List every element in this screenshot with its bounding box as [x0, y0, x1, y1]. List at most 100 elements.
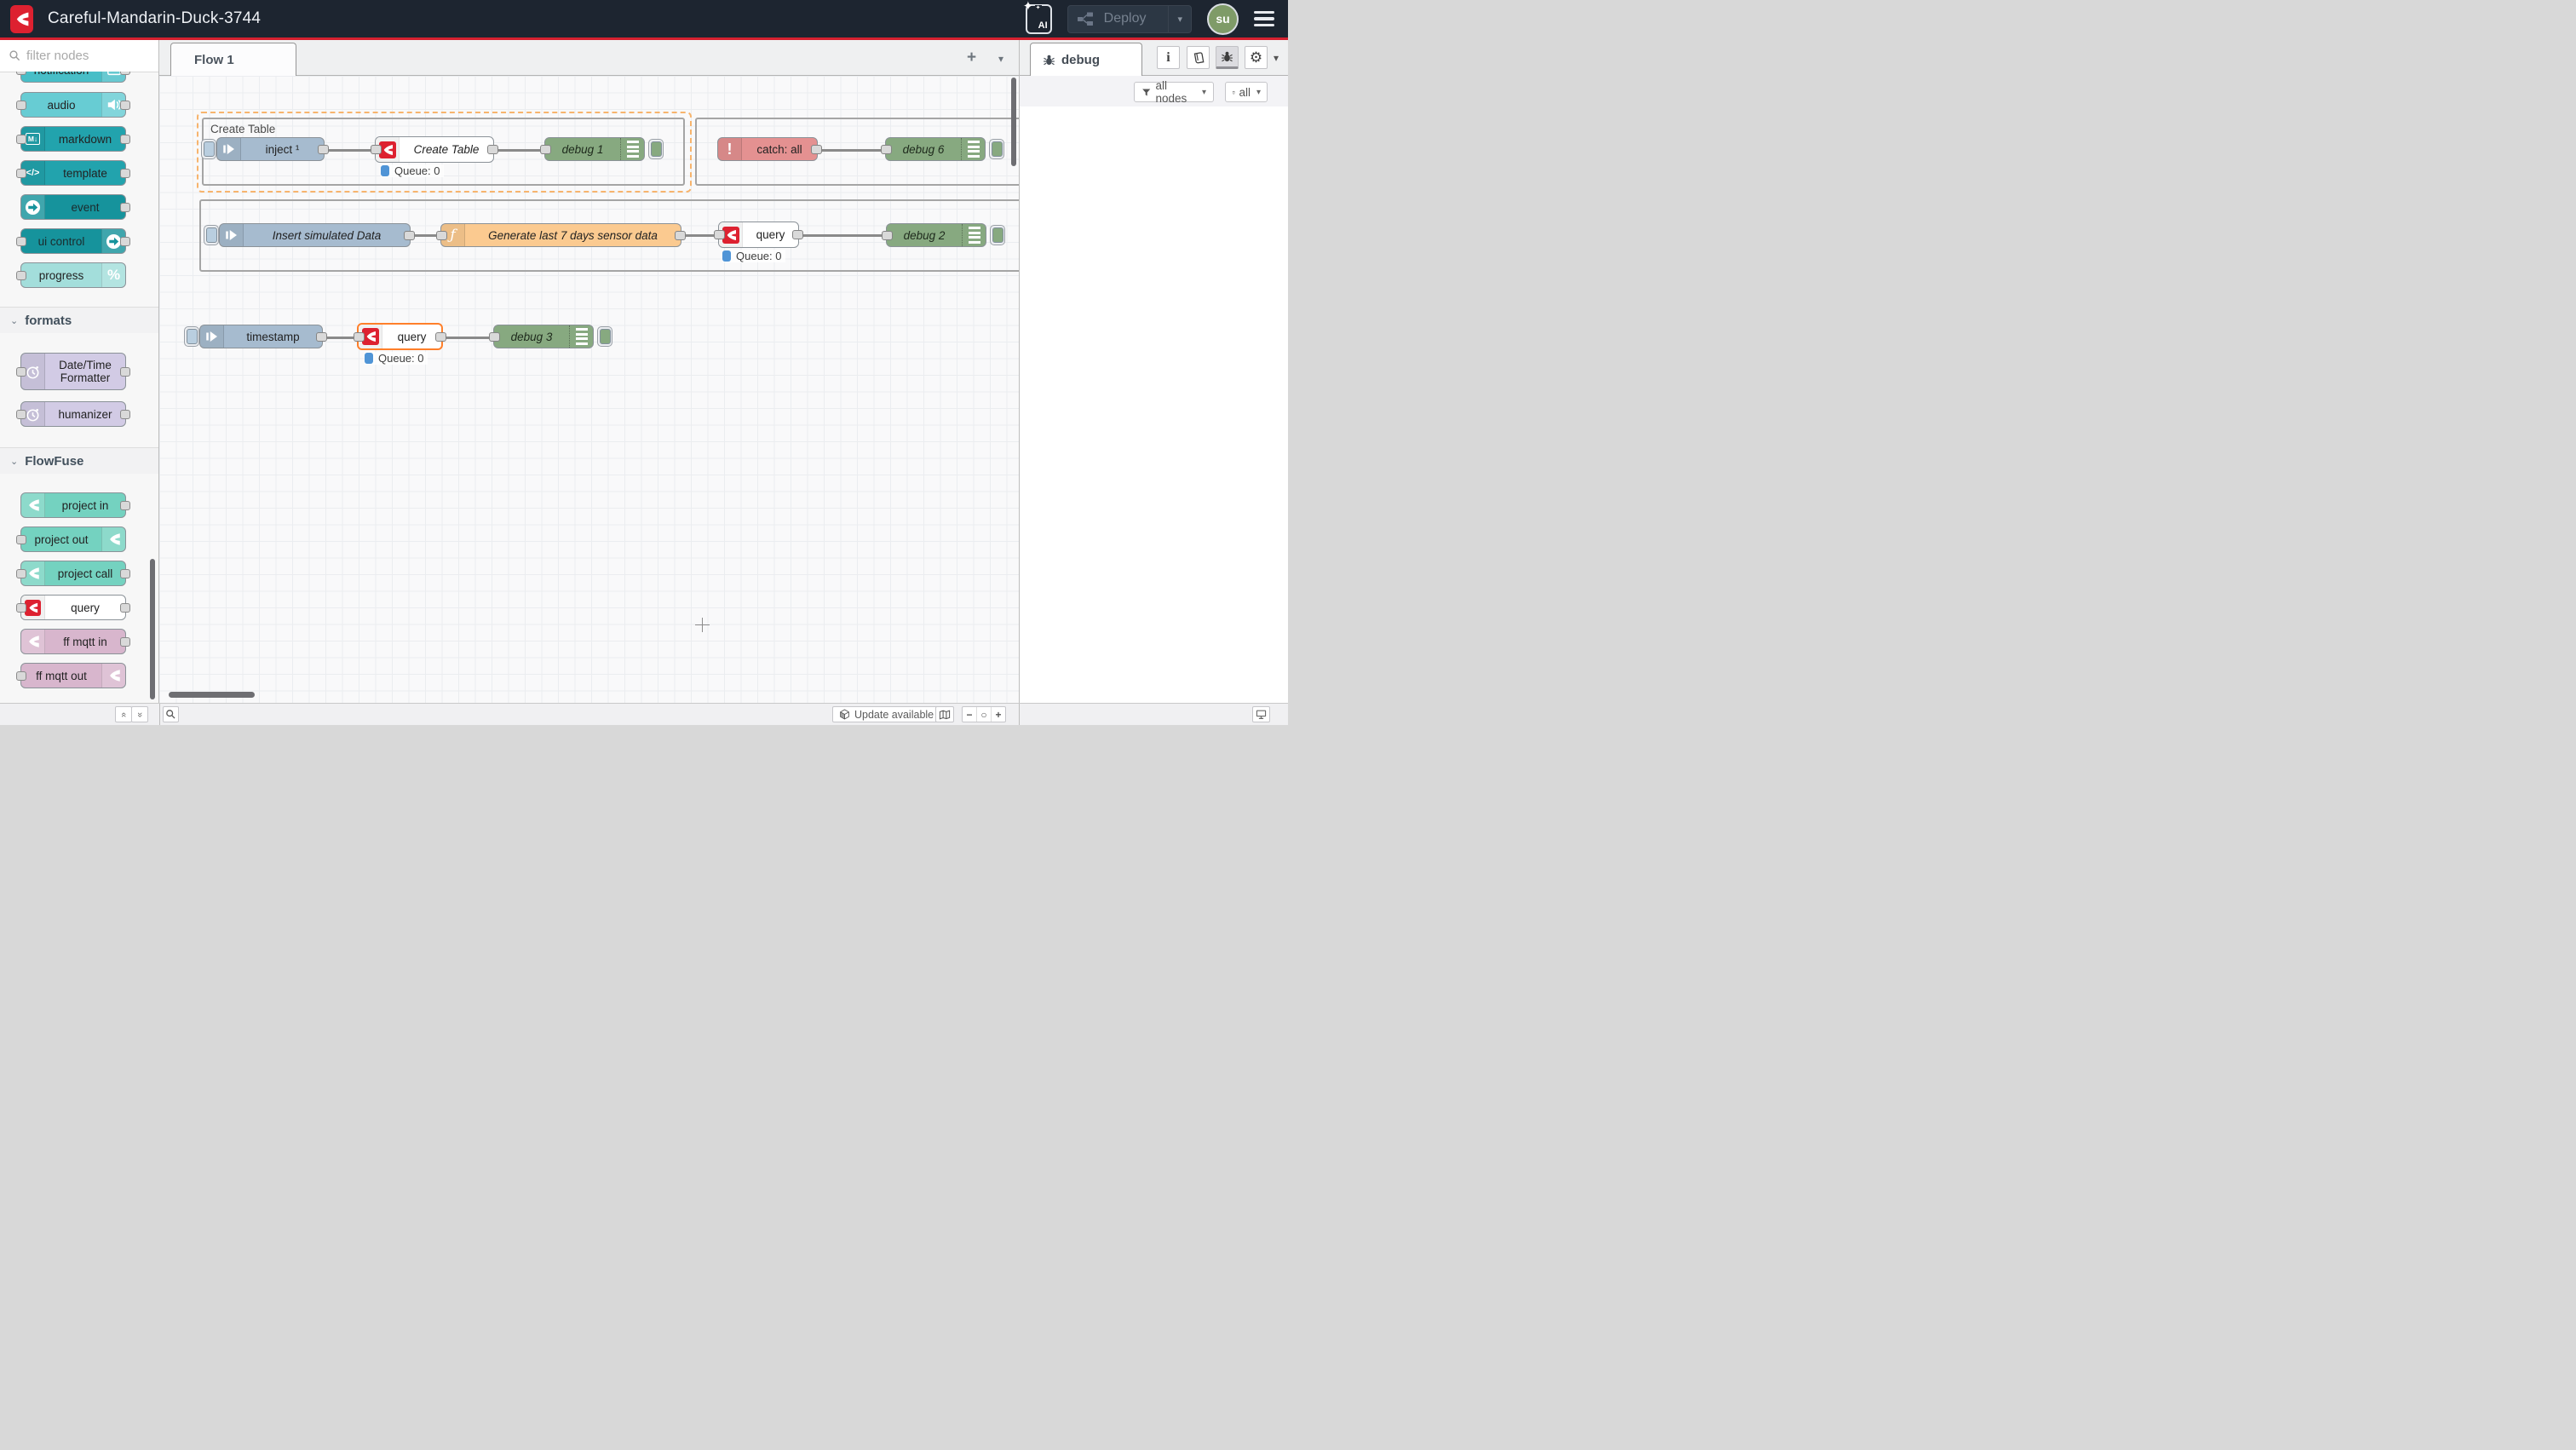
navigator-button[interactable] [935, 706, 954, 722]
flowfuse-icon [21, 630, 45, 653]
double-chevron-up-icon: « [118, 711, 129, 716]
group-label: Create Table [210, 123, 275, 135]
map-icon [939, 709, 951, 721]
node-red-editor: Careful-Mandarin-Duck-3744 ✦ ✦ AI Deploy… [0, 0, 1288, 725]
flow-canvas[interactable]: Create Table inject ¹ [159, 76, 1019, 703]
palette-node-datetime-formatter[interactable]: Date/Time Formatter [20, 353, 126, 390]
palette-scrollbar[interactable] [150, 559, 155, 699]
info-tab-button[interactable]: i [1157, 46, 1180, 69]
debug-toggle-button[interactable] [989, 139, 1004, 159]
palette-node-project-in[interactable]: project in [20, 492, 126, 518]
status-dot [381, 165, 389, 176]
flow-node-query-2[interactable]: query [718, 222, 799, 248]
debug-list-icon [961, 138, 985, 160]
palette-node-ui-control[interactable]: ui control [20, 228, 126, 254]
sparkle-icon: ✦ [1023, 0, 1034, 13]
inject-button[interactable] [201, 139, 216, 159]
flowfuse-icon [101, 664, 125, 688]
zoom-reset-button[interactable]: ○ [976, 707, 991, 722]
deploy-icon [1077, 10, 1094, 27]
bug-icon [1221, 50, 1233, 63]
flow-node-debug-2[interactable]: debug 2 [886, 223, 986, 247]
palette-node-template[interactable]: </> template [20, 160, 126, 186]
inject-button[interactable] [184, 326, 199, 347]
wire[interactable] [443, 337, 494, 339]
flow-node-inject[interactable]: inject ¹ [216, 137, 325, 161]
canvas-vertical-scrollbar[interactable] [1011, 78, 1016, 166]
node-status: Queue: 0 [381, 164, 444, 177]
config-tab-button[interactable]: ⚙ [1245, 46, 1268, 69]
ai-assistant-icon[interactable]: ✦ ✦ AI [1026, 4, 1052, 34]
chevron-down-icon: ▾ [1202, 88, 1206, 97]
sparkle-small-icon: ✦ [1035, 5, 1042, 11]
palette-node-ff-mqtt-out[interactable]: ff mqtt out [20, 663, 126, 688]
circle-arrow-icon [21, 195, 45, 219]
debug-clear-button[interactable]: all ▾ [1225, 82, 1268, 102]
palette-node-project-out[interactable]: project out [20, 526, 126, 552]
search-icon [9, 49, 21, 62]
flow-list-chevron[interactable]: ▾ [998, 53, 1003, 65]
wire[interactable] [323, 337, 358, 339]
node-palette: filter nodes notification audio M↓ [0, 40, 159, 703]
sidebar-panel: debug i ⚙ ▾ [1019, 40, 1288, 703]
palette-node-ff-mqtt-in[interactable]: ff mqtt in [20, 629, 126, 654]
debug-toggle-button[interactable] [990, 225, 1005, 245]
palette-node-humanizer[interactable]: humanizer [20, 401, 126, 427]
wire[interactable] [325, 149, 376, 152]
palette-section-flowfuse[interactable]: ⌄ FlowFuse [0, 447, 158, 474]
instance-title: Careful-Mandarin-Duck-3744 [48, 9, 261, 28]
palette-node-progress[interactable]: progress % [20, 262, 126, 288]
zoom-in-button[interactable]: + [991, 707, 1005, 722]
flow-node-create-table-query[interactable]: Create Table [375, 136, 494, 163]
flow-node-catch-all[interactable]: ! catch: all [717, 137, 818, 161]
wire[interactable] [494, 149, 545, 152]
canvas-search-button[interactable] [163, 706, 179, 722]
palette-section-formats[interactable]: ⌄ formats [0, 307, 158, 333]
palette-node-project-call[interactable]: project call [20, 561, 126, 586]
wire[interactable] [799, 234, 887, 237]
zoom-controls: − ○ + [962, 706, 1006, 722]
sidebar-tab-bar: debug i ⚙ ▾ [1020, 40, 1288, 76]
canvas-horizontal-scrollbar[interactable] [169, 692, 255, 698]
palette-search[interactable]: filter nodes [0, 40, 158, 72]
monitor-icon [1255, 708, 1268, 721]
flow-node-insert-simulated-data[interactable]: Insert simulated Data [219, 223, 411, 247]
palette-node-audio[interactable]: audio [20, 92, 126, 118]
user-avatar[interactable]: su [1207, 3, 1239, 35]
update-available-button[interactable]: Update available [832, 706, 940, 722]
debug-toggle-button[interactable] [648, 139, 664, 159]
debug-list-icon [620, 138, 644, 160]
cube-icon [839, 709, 850, 720]
flow-node-timestamp[interactable]: timestamp [199, 325, 323, 348]
add-flow-button[interactable]: + [967, 49, 976, 67]
flow-node-debug-3[interactable]: debug 3 [493, 325, 594, 348]
flow-node-debug-6[interactable]: debug 6 [885, 137, 986, 161]
inject-button[interactable] [204, 225, 219, 245]
help-tab-button[interactable] [1187, 46, 1210, 69]
palette-scroll-area: notification audio M↓ markdown [0, 72, 158, 703]
palette-expand-all-button[interactable]: » [131, 706, 148, 722]
trash-icon [1232, 87, 1235, 98]
flow-node-debug-1[interactable]: debug 1 [544, 137, 645, 161]
palette-search-placeholder: filter nodes [26, 49, 89, 63]
flow-node-function-generate[interactable]: ƒ Generate last 7 days sensor data [440, 223, 681, 247]
palette-collapse-all-button[interactable]: « [115, 706, 132, 722]
sidebar-tab-debug[interactable]: debug [1030, 43, 1142, 76]
header: Careful-Mandarin-Duck-3744 ✦ ✦ AI Deploy… [0, 0, 1288, 40]
palette-node-markdown[interactable]: M↓ markdown [20, 126, 126, 152]
deploy-button[interactable]: Deploy ▾ [1067, 5, 1192, 33]
palette-node-event[interactable]: event [20, 194, 126, 220]
main-menu-button[interactable] [1254, 11, 1274, 27]
tab-flow-1[interactable]: Flow 1 [170, 43, 296, 76]
zoom-out-button[interactable]: − [963, 707, 976, 722]
wire[interactable] [818, 149, 886, 152]
debug-toggle-button[interactable] [597, 326, 612, 347]
open-dashboard-button[interactable] [1252, 706, 1270, 722]
debug-tab-button[interactable] [1216, 46, 1239, 69]
palette-node-query[interactable]: query [20, 595, 126, 620]
flow-node-query-selected[interactable]: query [357, 323, 443, 350]
debug-filter-button[interactable]: all nodes ▾ [1134, 82, 1214, 102]
deploy-options-chevron[interactable]: ▾ [1168, 6, 1182, 32]
sidebar-options-chevron[interactable]: ▾ [1274, 52, 1279, 64]
palette-node-notification[interactable]: notification [20, 72, 126, 83]
